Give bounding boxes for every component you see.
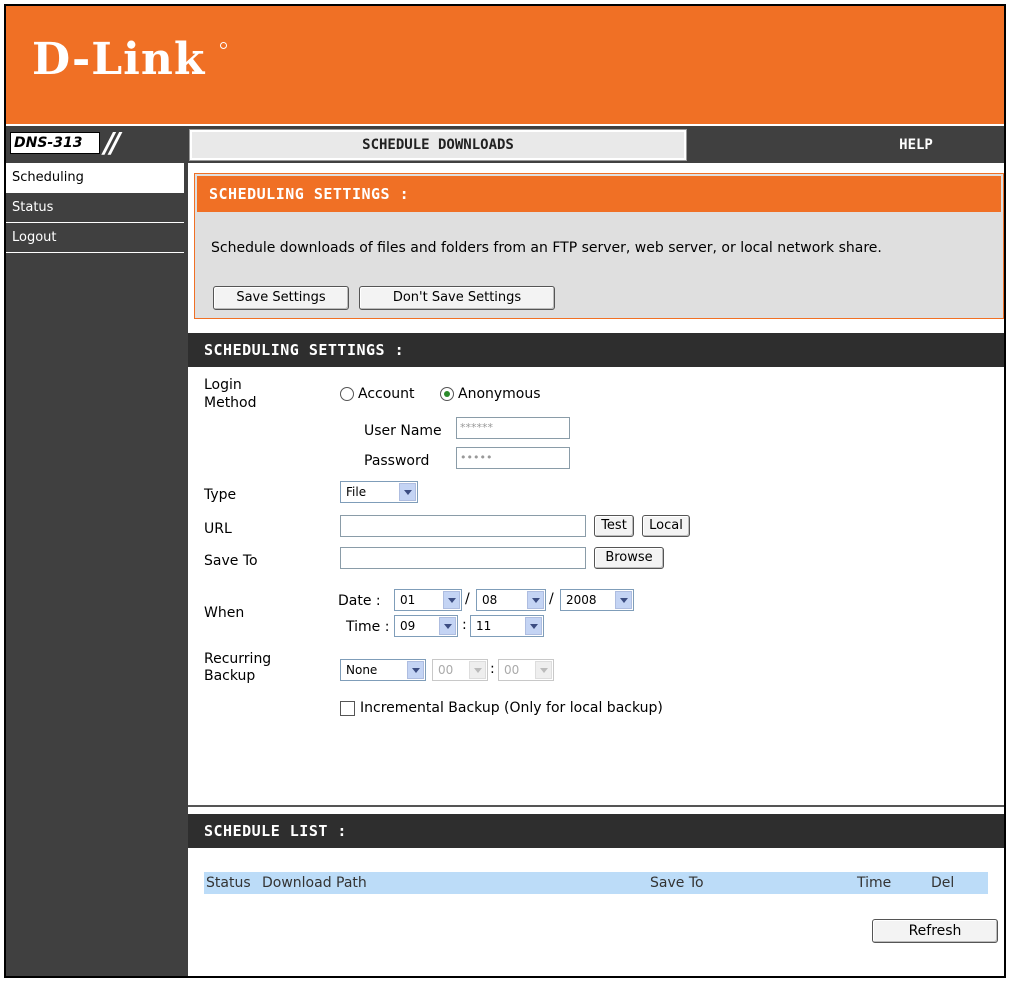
registered-mark-icon	[220, 42, 227, 49]
type-select-value: File	[346, 485, 367, 499]
date-month-select[interactable]: 01	[394, 589, 462, 611]
date-separator-1: /	[465, 591, 470, 607]
chevron-down-icon	[525, 617, 542, 635]
chevron-down-icon	[615, 591, 632, 609]
model-badge: DNS-313	[10, 132, 100, 154]
header-banner: D-Link	[6, 6, 1004, 124]
date-year-select[interactable]: 2008	[560, 589, 634, 611]
anonymous-label: Anonymous	[458, 386, 541, 402]
sidebar-item-scheduling[interactable]: Scheduling	[6, 163, 184, 193]
chevron-down-icon	[527, 591, 544, 609]
recurring-separator: :	[490, 661, 495, 677]
url-input[interactable]	[340, 515, 586, 537]
account-radio[interactable]	[340, 387, 354, 401]
main-content: SCHEDULING SETTINGS : Schedule downloads…	[184, 163, 1004, 976]
password-input[interactable]: •••••	[456, 447, 570, 469]
login-method-label-line1: Login	[204, 377, 242, 393]
tab-help[interactable]: HELP	[690, 130, 1002, 160]
date-year-value: 2008	[566, 593, 597, 607]
recurring-minute-select[interactable]: 00	[498, 659, 554, 681]
time-hour-select[interactable]: 09	[394, 615, 458, 637]
time-minute-value: 11	[476, 619, 492, 633]
intro-title: SCHEDULING SETTINGS :	[209, 185, 410, 203]
date-separator-2: /	[549, 591, 554, 607]
incremental-backup-label: Incremental Backup (Only for local backu…	[360, 700, 663, 716]
type-label: Type	[204, 487, 237, 503]
recurring-hour-value: 00	[438, 663, 454, 677]
column-save-to: Save To	[650, 875, 704, 891]
time-minute-select[interactable]: 11	[470, 615, 544, 637]
date-label: Date :	[338, 593, 381, 609]
anonymous-radio[interactable]	[440, 387, 454, 401]
schedule-list-header: SCHEDULE LIST :	[188, 814, 1004, 848]
dont-save-settings-button[interactable]: Don't Save Settings	[359, 286, 555, 310]
dlink-logo: D-Link	[32, 34, 206, 85]
sidebar-item-status[interactable]: Status	[6, 193, 184, 223]
chevron-down-icon	[439, 617, 456, 635]
recurring-minute-value: 00	[504, 663, 520, 677]
time-label: Time :	[346, 619, 390, 635]
sidebar: Scheduling Status Logout	[6, 163, 184, 976]
local-button[interactable]: Local	[642, 515, 690, 537]
intro-description: Schedule downloads of files and folders …	[211, 240, 882, 256]
saveto-label: Save To	[204, 553, 258, 569]
date-day-value: 08	[482, 593, 498, 607]
column-download-path: Download Path	[262, 875, 367, 891]
username-input[interactable]: ******	[456, 417, 570, 439]
chevron-down-icon	[407, 661, 424, 679]
recurring-select[interactable]: None	[340, 659, 426, 681]
settings-section-title: SCHEDULING SETTINGS :	[204, 341, 405, 359]
date-month-value: 01	[400, 593, 416, 607]
account-label: Account	[358, 386, 415, 402]
recurring-select-value: None	[346, 663, 378, 677]
browse-button[interactable]: Browse	[594, 547, 664, 569]
sidebar-item-logout[interactable]: Logout	[6, 223, 184, 253]
settings-form: Login Method Account Anonymous User Name…	[188, 367, 1004, 807]
chevron-down-icon	[443, 591, 460, 609]
top-nav: DNS-313 // SCHEDULE DOWNLOADS HELP	[6, 126, 1004, 163]
login-method-label-line2: Method	[204, 395, 257, 411]
username-label: User Name	[364, 423, 442, 439]
saveto-input[interactable]	[340, 547, 586, 569]
tab-schedule-downloads[interactable]: SCHEDULE DOWNLOADS	[189, 129, 687, 161]
refresh-button[interactable]: Refresh	[872, 919, 998, 943]
chevron-down-icon	[535, 661, 552, 679]
test-button[interactable]: Test	[594, 515, 634, 537]
column-time: Time	[857, 875, 892, 891]
schedule-list-columns: Status Download Path Save To Time Del	[204, 872, 988, 894]
settings-section-header: SCHEDULING SETTINGS :	[188, 333, 1004, 367]
url-label: URL	[204, 521, 232, 537]
date-day-select[interactable]: 08	[476, 589, 546, 611]
time-separator: :	[462, 617, 467, 633]
type-select[interactable]: File	[340, 481, 418, 503]
slash-decoration-icon: //	[104, 126, 121, 159]
chevron-down-icon	[469, 661, 486, 679]
time-hour-value: 09	[400, 619, 416, 633]
schedule-list-title: SCHEDULE LIST :	[204, 822, 347, 840]
recurring-label-line1: Recurring	[204, 651, 272, 667]
recurring-label-line2: Backup	[204, 668, 256, 684]
intro-box: SCHEDULING SETTINGS : Schedule downloads…	[194, 173, 1004, 319]
incremental-backup-checkbox[interactable]	[340, 701, 355, 716]
intro-title-bar: SCHEDULING SETTINGS :	[195, 174, 1003, 212]
chevron-down-icon	[399, 483, 416, 501]
when-label: When	[204, 605, 245, 621]
save-settings-button[interactable]: Save Settings	[213, 286, 349, 310]
browser-frame: D-Link DNS-313 // SCHEDULE DOWNLOADS HEL…	[4, 4, 1006, 978]
recurring-hour-select[interactable]: 00	[432, 659, 488, 681]
column-del: Del	[931, 875, 955, 891]
password-label: Password	[364, 453, 430, 469]
column-status: Status	[206, 875, 251, 891]
